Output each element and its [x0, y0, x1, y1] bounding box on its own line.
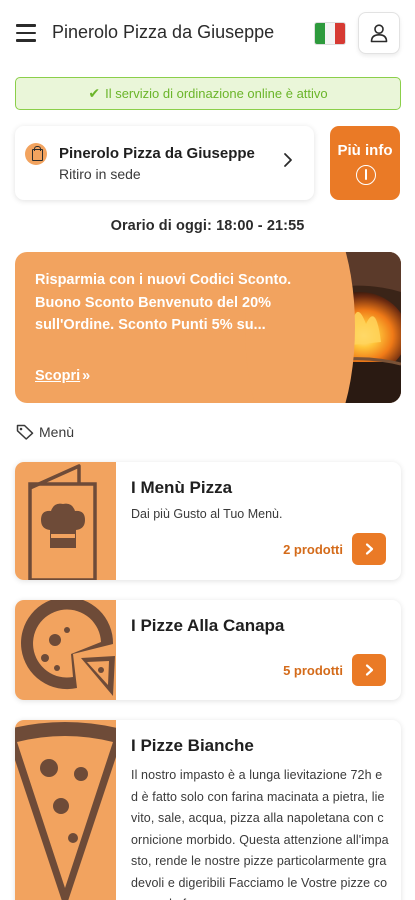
category-thumbnail — [15, 462, 116, 580]
opening-hours: Orario di oggi: 18:00 - 21:55 — [110, 218, 305, 234]
more-info-label: Più info — [337, 142, 393, 159]
store-selector-card[interactable]: Pinerolo Pizza da Giuseppe Ritiro in sed… — [15, 126, 314, 200]
hamburger-menu-icon[interactable] — [16, 24, 36, 42]
menu-section-header: Menù — [16, 424, 74, 440]
service-status-banner: ✔ Il servizio di ordinazione online è at… — [15, 77, 401, 110]
category-description: Il nostro impasto è a lunga lievitazione… — [131, 768, 389, 900]
product-count: 2 prodotti — [283, 542, 343, 557]
category-title: I Menù Pizza — [131, 478, 233, 497]
category-card-pizze-bianche[interactable]: I Pizze Bianche Il nostro impasto è a lu… — [15, 720, 401, 900]
category-card-menu-pizza[interactable]: I Menù Pizza Dai più Gusto al Tuo Menù. … — [15, 462, 401, 580]
chevron-right-icon — [284, 153, 292, 167]
promo-link-label: Scopri — [35, 368, 81, 384]
pizza-icon — [21, 600, 115, 696]
more-info-button[interactable]: Più info — [330, 126, 400, 200]
category-thumbnail — [15, 600, 116, 700]
open-category-button[interactable] — [352, 654, 386, 686]
shopping-bag-icon — [25, 143, 47, 165]
italy-flag-icon[interactable] — [315, 23, 345, 44]
menu-card-chef-hat-icon — [28, 464, 97, 580]
category-card-pizze-alla-canapa[interactable]: I Pizze Alla Canapa 5 prodotti — [15, 600, 401, 700]
promo-text: Risparmia con i nuovi Codici Sconto. Buo… — [35, 272, 292, 333]
tag-icon — [16, 424, 34, 440]
category-title: I Pizze Bianche — [131, 736, 254, 755]
category-thumbnail — [15, 720, 116, 900]
open-category-button[interactable] — [352, 533, 386, 565]
chevron-right-icon — [365, 664, 374, 676]
category-title: I Pizze Alla Canapa — [131, 616, 285, 635]
checkmark-icon: ✔ — [88, 85, 101, 101]
pizza-slice-icon — [15, 722, 116, 900]
category-subtitle: Dai più Gusto al Tuo Menù. — [131, 507, 283, 521]
chevron-right-icon — [365, 543, 374, 555]
app-title: Pinerolo Pizza da Giuseppe — [52, 22, 275, 42]
info-icon — [356, 165, 376, 185]
store-name: Pinerolo Pizza da Giuseppe — [59, 145, 255, 162]
order-mode: Ritiro in sede — [59, 166, 141, 182]
menu-section-label: Menù — [39, 424, 75, 440]
double-chevron-right-icon: » — [82, 368, 91, 384]
service-status-text: Il servizio di ordinazione online è atti… — [105, 86, 328, 101]
promo-discover-link[interactable]: Scopri» — [35, 368, 90, 384]
user-account-button[interactable] — [358, 12, 400, 54]
product-count: 5 prodotti — [283, 663, 343, 678]
promo-banner[interactable]: Risparmia con i nuovi Codici Sconto. Buo… — [15, 252, 401, 403]
top-bar: Pinerolo Pizza da Giuseppe — [0, 0, 415, 68]
user-icon — [370, 24, 388, 43]
